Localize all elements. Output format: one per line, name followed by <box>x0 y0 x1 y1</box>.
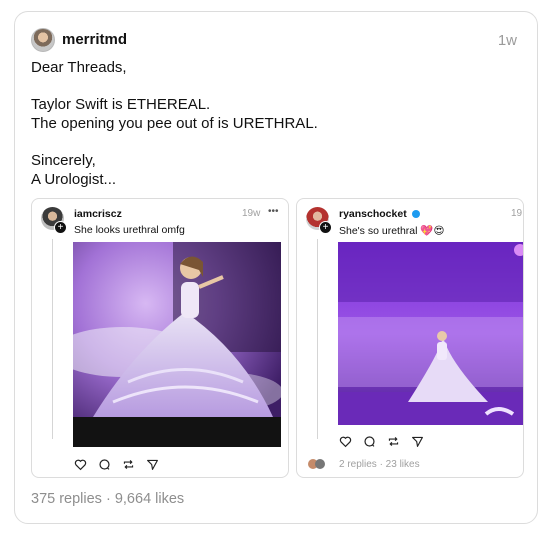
post-username[interactable]: merritmd <box>62 31 127 48</box>
likes-link[interactable]: 9,664 likes <box>115 491 184 507</box>
verified-icon <box>411 210 420 219</box>
replies-link[interactable]: 375 replies <box>31 491 102 507</box>
repost-icon[interactable] <box>122 458 135 476</box>
more-icon[interactable]: ••• <box>268 206 279 217</box>
embed-actions <box>339 435 424 453</box>
avatar[interactable] <box>31 28 55 52</box>
post-photo[interactable] <box>73 242 281 447</box>
share-icon[interactable] <box>146 458 159 476</box>
embed-reply-stats[interactable]: 2 replies · 23 likes <box>339 459 420 470</box>
post-photo[interactable] <box>338 242 523 425</box>
embed-username[interactable]: ryanschocket <box>339 208 420 220</box>
embed-text: She's so urethral 💖😍 <box>339 225 445 237</box>
comment-icon[interactable] <box>363 435 376 453</box>
post-line: Sincerely, <box>31 152 96 169</box>
share-icon[interactable] <box>411 435 424 453</box>
heart-icon[interactable] <box>339 435 352 453</box>
heart-icon[interactable] <box>74 458 87 476</box>
embed-time: 19w <box>242 208 261 219</box>
embed-username[interactable]: iamcriscz <box>74 208 122 220</box>
concert-photo <box>338 242 523 425</box>
embedded-post-1[interactable]: + iamcriscz 19w ••• She looks urethral o… <box>31 198 289 478</box>
post-line: Taylor Swift is ETHEREAL. <box>31 96 211 113</box>
post-time: 1w <box>497 32 517 49</box>
concert-photo <box>73 242 281 447</box>
avatar <box>315 459 325 469</box>
post-card[interactable]: merritmd 1w Dear Threads, Taylor Swift i… <box>14 11 538 524</box>
post-stats: 375 replies · 9,664 likes <box>31 491 184 507</box>
embedded-post-2[interactable]: + ryanschocket 19 She's so urethral 💖😍 2… <box>296 198 524 478</box>
embed-text: She looks urethral omfg <box>74 224 185 236</box>
embed-actions <box>74 458 159 476</box>
post-line: Dear Threads, <box>31 59 127 76</box>
thread-line <box>52 239 53 439</box>
thread-line <box>317 239 318 439</box>
repost-icon[interactable] <box>387 435 400 453</box>
reply-avatars <box>308 459 325 469</box>
post-line: The opening you pee out of is URETHRAL. <box>31 115 318 132</box>
comment-icon[interactable] <box>98 458 111 476</box>
stats-separator: · <box>105 491 111 507</box>
post-line: A Urologist... <box>31 171 117 188</box>
emoji: 💖😍 <box>420 225 445 237</box>
plus-icon[interactable]: + <box>54 221 67 234</box>
embed-time: 19 <box>511 208 523 219</box>
plus-icon[interactable]: + <box>319 221 332 234</box>
